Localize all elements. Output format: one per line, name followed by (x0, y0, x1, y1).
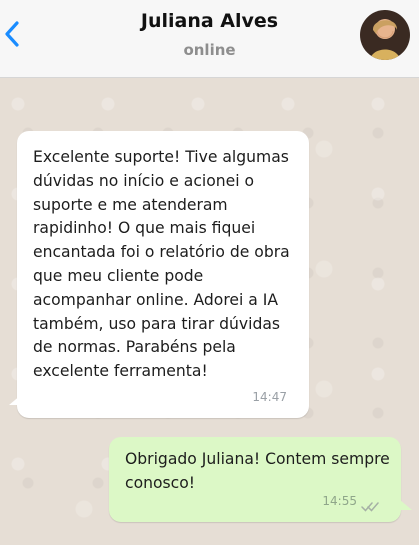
contact-name[interactable]: Juliana Alves (0, 10, 419, 32)
chat-header: Juliana Alves online (0, 0, 419, 78)
double-check-icon (361, 502, 379, 512)
message-time: 14:47 (252, 390, 287, 405)
avatar-image (360, 10, 410, 60)
incoming-bubble-tail (9, 395, 21, 405)
outgoing-bubble-tail (400, 500, 412, 510)
avatar[interactable] (360, 10, 410, 60)
outgoing-message[interactable]: Obrigado Juliana! Contem sempre conosco!… (109, 437, 401, 522)
message-time: 14:55 (322, 494, 357, 509)
contact-status: online (183, 41, 236, 59)
incoming-message[interactable]: Excelente suporte! Tive algumas dúvidas … (17, 131, 309, 418)
message-text: Excelente suporte! Tive algumas dúvidas … (33, 148, 290, 381)
message-text: Obrigado Juliana! Contem sempre conosco! (125, 450, 390, 492)
